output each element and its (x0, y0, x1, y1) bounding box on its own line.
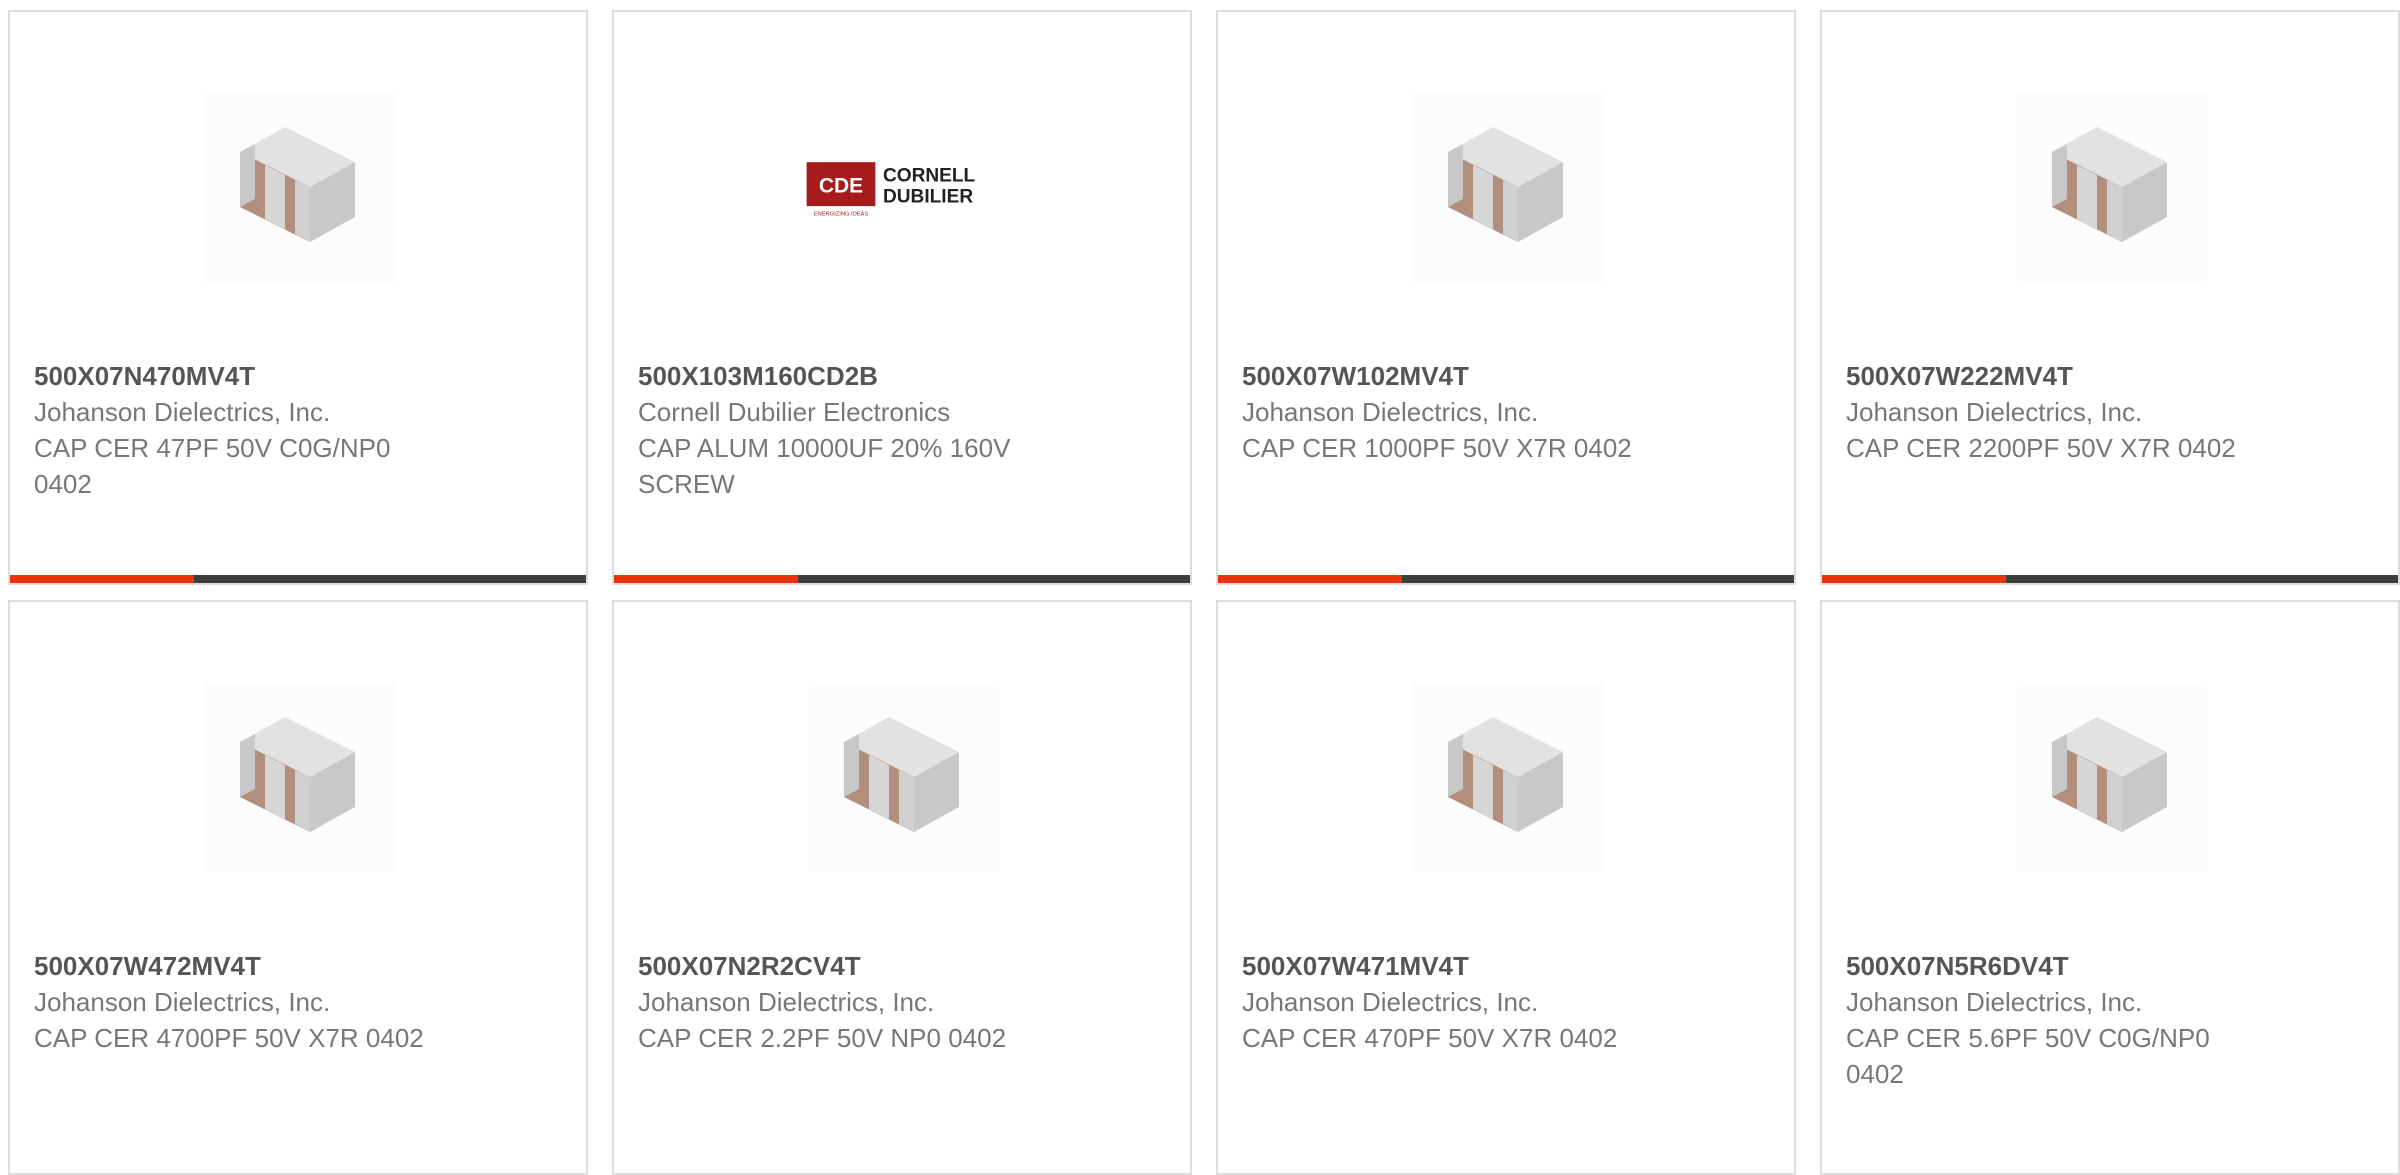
manufacturer-name: Johanson Dielectrics, Inc. (34, 397, 331, 427)
product-image[interactable] (799, 672, 1009, 882)
manufacturer-name: Johanson Dielectrics, Inc. (1242, 397, 1539, 427)
logo-line2: DUBILIER (883, 186, 973, 207)
product-image[interactable] (195, 672, 405, 882)
product-image[interactable] (2007, 82, 2217, 292)
part-number[interactable]: 500X07W472MV4T (34, 948, 474, 984)
product-card[interactable]: 500X07N470MV4T Johanson Dielectrics, Inc… (8, 10, 588, 585)
product-description: CAP CER 47PF 50V C0G/NP0 0402 (34, 433, 391, 499)
part-number[interactable]: 500X07N5R6DV4T (1846, 948, 2286, 984)
product-card[interactable]: CDE ENERGIZING IDEAS CORNELL DUBILIER 50… (612, 10, 1192, 585)
manufacturer-name: Johanson Dielectrics, Inc. (1846, 987, 2143, 1017)
logo-line1: CORNELL (883, 165, 976, 186)
manufacturer-name: Johanson Dielectrics, Inc. (1242, 987, 1539, 1017)
product-description: CAP CER 470PF 50V X7R 0402 (1242, 1023, 1618, 1053)
product-description: CAP CER 2200PF 50V X7R 0402 (1846, 433, 2236, 463)
progress-bar (10, 575, 586, 583)
product-description: CAP CER 1000PF 50V X7R 0402 (1242, 433, 1632, 463)
manufacturer-name: Johanson Dielectrics, Inc. (638, 987, 935, 1017)
ceramic-capacitor-icon (2017, 92, 2207, 282)
ceramic-capacitor-icon (1413, 682, 1603, 872)
part-number[interactable]: 500X07N2R2CV4T (638, 948, 1078, 984)
progress-bar-fill (10, 575, 195, 583)
part-number[interactable]: 500X07W471MV4T (1242, 948, 1682, 984)
product-info: 500X07N470MV4T Johanson Dielectrics, Inc… (34, 358, 474, 502)
product-card[interactable]: 500X07W471MV4T Johanson Dielectrics, Inc… (1216, 600, 1796, 1175)
product-info: 500X103M160CD2B Cornell Dubilier Electro… (638, 358, 1078, 502)
manufacturer-name: Johanson Dielectrics, Inc. (1846, 397, 2143, 427)
product-info: 500X07N5R6DV4T Johanson Dielectrics, Inc… (1846, 948, 2286, 1092)
product-card[interactable]: 500X07W222MV4T Johanson Dielectrics, Inc… (1820, 10, 2400, 585)
manufacturer-name: Johanson Dielectrics, Inc. (34, 987, 331, 1017)
progress-bar (1822, 575, 2398, 583)
product-grid: 500X07N470MV4T Johanson Dielectrics, Inc… (0, 0, 2400, 1175)
manufacturer-name: Cornell Dubilier Electronics (638, 397, 951, 427)
part-number[interactable]: 500X07N470MV4T (34, 358, 474, 394)
ceramic-capacitor-icon (2017, 682, 2207, 872)
product-image[interactable] (1403, 672, 1613, 882)
product-image[interactable] (195, 82, 405, 292)
product-info: 500X07W472MV4T Johanson Dielectrics, Inc… (34, 948, 474, 1056)
ceramic-capacitor-icon (809, 682, 999, 872)
logo-badge-text: CDE (819, 175, 863, 198)
cornell-dubilier-logo: CDE ENERGIZING IDEAS CORNELL DUBILIER (806, 162, 976, 218)
product-info: 500X07W471MV4T Johanson Dielectrics, Inc… (1242, 948, 1682, 1056)
product-card[interactable]: 500X07W472MV4T Johanson Dielectrics, Inc… (8, 600, 588, 1175)
ceramic-capacitor-icon (1413, 92, 1603, 282)
progress-bar (1218, 575, 1794, 583)
progress-bar-fill (1822, 575, 2007, 583)
product-card[interactable]: 500X07W102MV4T Johanson Dielectrics, Inc… (1216, 10, 1796, 585)
product-info: 500X07W222MV4T Johanson Dielectrics, Inc… (1846, 358, 2286, 466)
progress-bar-fill (614, 575, 799, 583)
product-card[interactable]: 500X07N5R6DV4T Johanson Dielectrics, Inc… (1820, 600, 2400, 1175)
progress-bar (614, 575, 1190, 583)
product-card[interactable]: 500X07N2R2CV4T Johanson Dielectrics, Inc… (612, 600, 1192, 1175)
logo-tagline: ENERGIZING IDEAS (814, 212, 869, 218)
product-description: CAP ALUM 10000UF 20% 160V SCREW (638, 433, 1011, 499)
product-info: 500X07N2R2CV4T Johanson Dielectrics, Inc… (638, 948, 1078, 1056)
part-number[interactable]: 500X07W222MV4T (1846, 358, 2286, 394)
part-number[interactable]: 500X07W102MV4T (1242, 358, 1682, 394)
ceramic-capacitor-icon (205, 92, 395, 282)
product-image[interactable] (1403, 82, 1613, 292)
progress-bar-fill (1218, 575, 1403, 583)
product-info: 500X07W102MV4T Johanson Dielectrics, Inc… (1242, 358, 1682, 466)
ceramic-capacitor-icon (205, 682, 395, 872)
part-number[interactable]: 500X103M160CD2B (638, 358, 1078, 394)
product-image[interactable]: CDE ENERGIZING IDEAS CORNELL DUBILIER (799, 82, 1009, 292)
product-description: CAP CER 4700PF 50V X7R 0402 (34, 1023, 424, 1053)
product-description: CAP CER 5.6PF 50V C0G/NP0 0402 (1846, 1023, 2210, 1089)
product-description: CAP CER 2.2PF 50V NP0 0402 (638, 1023, 1007, 1053)
product-image[interactable] (2007, 672, 2217, 882)
